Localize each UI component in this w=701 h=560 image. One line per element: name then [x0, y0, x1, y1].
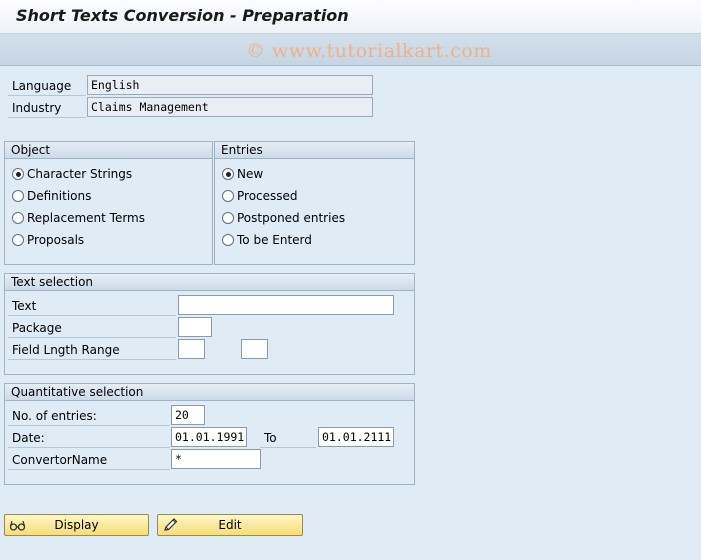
radio-unselected-icon [222, 234, 234, 246]
range-underline [8, 359, 176, 360]
range-from-input[interactable] [178, 339, 205, 359]
package-underline [8, 337, 176, 338]
date-to-input[interactable]: 01.01.2111 [318, 427, 394, 447]
date-to-label: To [264, 431, 277, 445]
radio-selected-icon [222, 168, 234, 180]
object-group-title: Object [5, 142, 212, 159]
industry-field[interactable]: Claims Management [87, 97, 373, 117]
application-toolbar: © www.tutorialkart.com [0, 34, 701, 66]
package-input[interactable] [178, 317, 212, 337]
radio-unselected-icon [12, 212, 24, 224]
convertor-name-label: ConvertorName [12, 453, 108, 467]
radio-unselected-icon [222, 212, 234, 224]
radio-unselected-icon [12, 234, 24, 246]
radio-selected-icon [12, 168, 24, 180]
object-radio-proposals[interactable]: Proposals [12, 233, 84, 247]
edit-button-label: Edit [218, 518, 242, 532]
language-label: Language [12, 79, 72, 93]
range-to-input[interactable] [241, 339, 268, 359]
object-radio-definitions[interactable]: Definitions [12, 189, 91, 203]
convertor-underline [8, 469, 170, 470]
industry-underline [8, 117, 86, 118]
text-underline [8, 315, 176, 316]
convertor-name-input[interactable]: * [171, 449, 261, 469]
date-underline [8, 447, 170, 448]
to-underline [260, 447, 316, 448]
date-from-input[interactable]: 01.01.1991 [171, 427, 247, 447]
text-input[interactable] [178, 295, 394, 315]
radio-label: New [237, 167, 264, 181]
radio-label: To be Enterd [237, 233, 312, 247]
radio-label: Postponed entries [237, 211, 346, 225]
radio-label: Character Strings [27, 167, 133, 181]
industry-label: Industry [12, 101, 62, 115]
package-label: Package [12, 321, 62, 335]
entries-radio-new[interactable]: New [222, 167, 263, 181]
radio-unselected-icon [12, 190, 24, 202]
radio-label: Replacement Terms [27, 211, 146, 225]
radio-label: Proposals [27, 233, 85, 247]
quantitative-selection-title: Quantitative selection [5, 384, 414, 401]
page-title: Short Texts Conversion - Preparation [16, 6, 349, 25]
no-of-entries-label: No. of entries: [12, 409, 97, 423]
no-of-entries-input[interactable]: 20 [171, 405, 205, 425]
edit-button[interactable]: Edit [157, 514, 303, 536]
radio-unselected-icon [222, 190, 234, 202]
object-radio-replacement-terms[interactable]: Replacement Terms [12, 211, 145, 225]
entries-radio-postponed[interactable]: Postponed entries [222, 211, 345, 225]
watermark: © www.tutorialkart.com [246, 40, 492, 62]
radio-label: Definitions [27, 189, 92, 203]
entries-radio-processed[interactable]: Processed [222, 189, 298, 203]
pencil-icon [164, 518, 178, 531]
entries-underline [8, 425, 170, 426]
radio-label: Processed [237, 189, 298, 203]
text-selection-title: Text selection [5, 274, 414, 291]
entries-radio-to-be-entered[interactable]: To be Enterd [222, 233, 312, 247]
field-length-range-label: Field Lngth Range [12, 343, 120, 357]
display-button[interactable]: Display [4, 514, 149, 536]
object-radio-character-strings[interactable]: Character Strings [12, 167, 132, 181]
text-label: Text [12, 299, 37, 313]
display-button-label: Display [54, 518, 99, 532]
entries-group-title: Entries [215, 142, 414, 159]
date-label: Date: [12, 431, 45, 445]
language-underline [8, 95, 86, 96]
glasses-icon [9, 520, 26, 531]
title-bar: Short Texts Conversion - Preparation [0, 0, 701, 34]
language-field[interactable]: English [87, 75, 373, 95]
